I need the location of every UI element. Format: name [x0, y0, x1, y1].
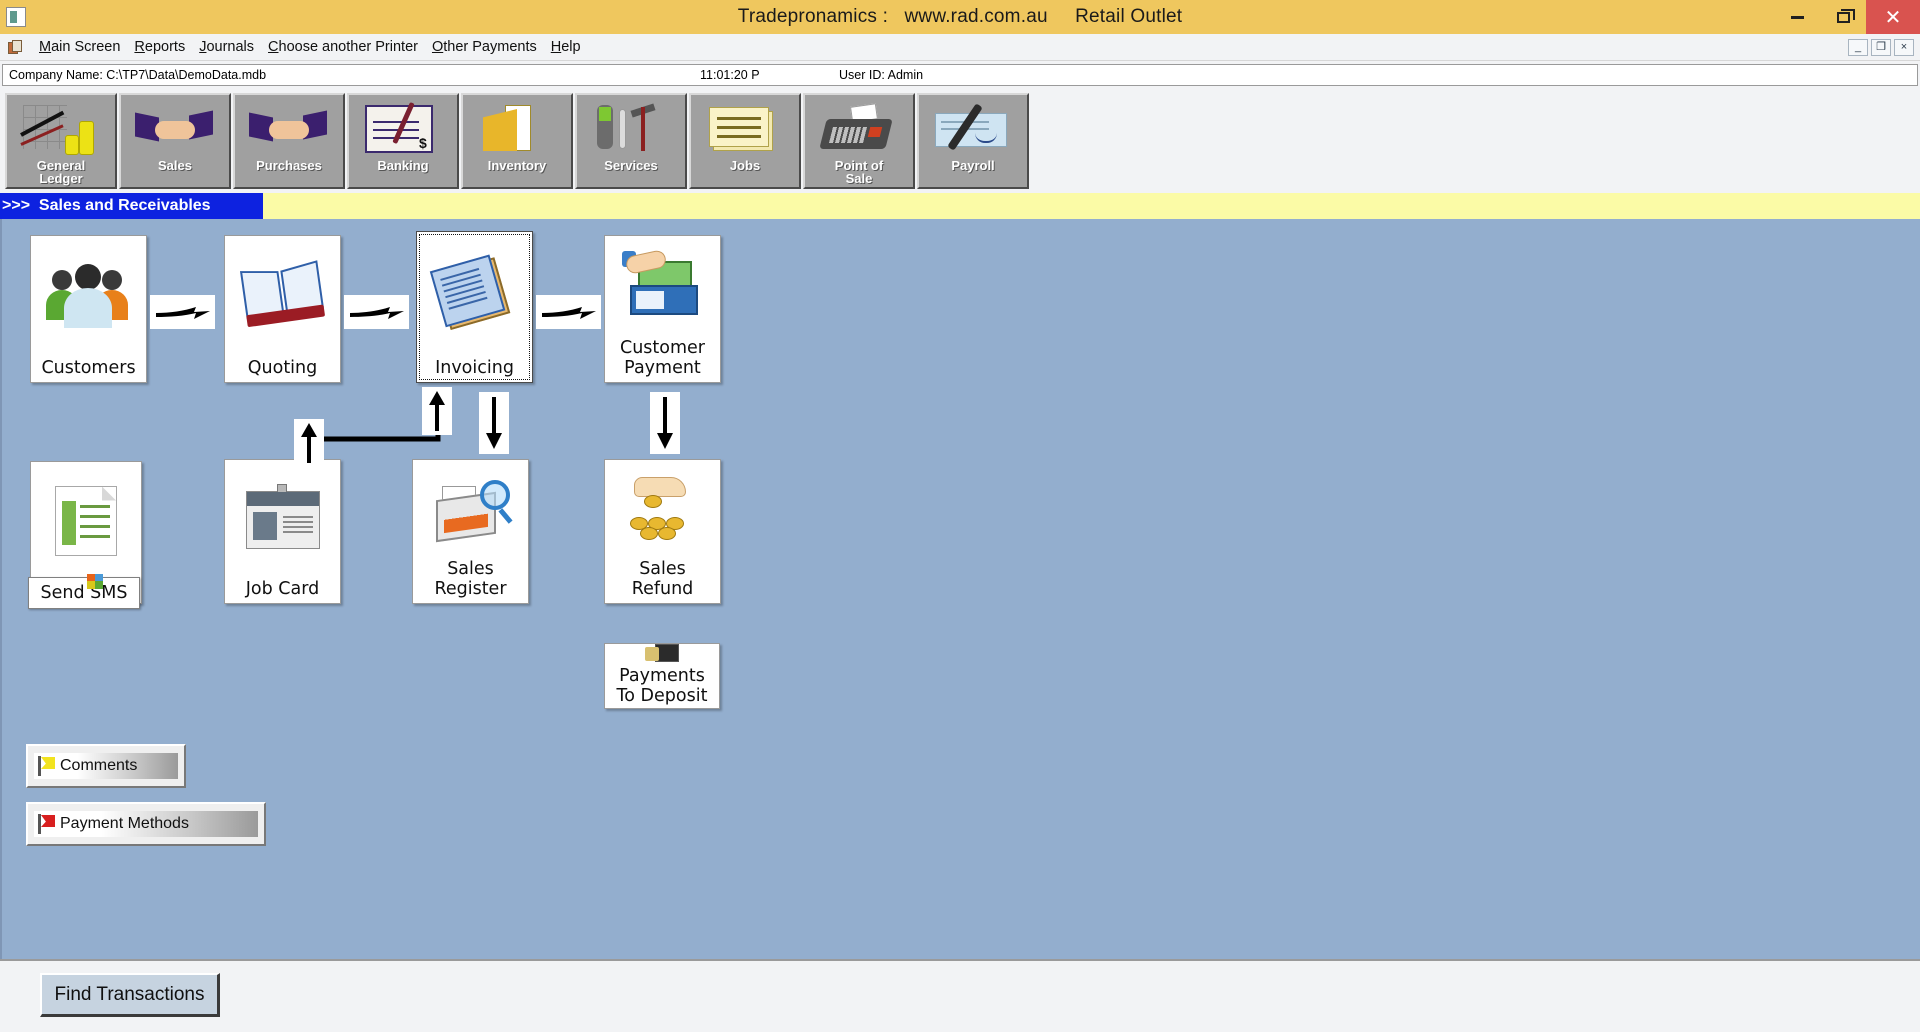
arrow-customers-quoting-icon	[150, 295, 215, 329]
toolbar-button-label: Inventory	[487, 158, 547, 173]
mdi-window-controls: _ ❐ ×	[1848, 38, 1920, 56]
toolbar-button-point-of-sale[interactable]: Point of Sale	[803, 93, 915, 189]
arrow-into-invoicing-icon	[422, 387, 452, 435]
tile-quoting[interactable]: Quoting	[224, 235, 341, 383]
tile-label: Quoting	[247, 358, 318, 378]
toolbar-button-banking[interactable]: $ Banking	[347, 93, 459, 189]
tile-customers[interactable]: Customers	[30, 235, 147, 383]
tile-label: Sales Register	[434, 559, 507, 599]
flow-canvas: Customers Quoting Invoicing Customer Paymen…	[0, 219, 1920, 959]
hand-money-icon	[243, 99, 335, 159]
menu-item-help[interactable]: Help	[544, 37, 588, 57]
tile-sales-register[interactable]: Sales Register	[412, 459, 529, 604]
toolbar-button-label: Point of Sale	[834, 158, 884, 186]
company-name-label: Company Name: C:\TP7\Data\DemoData.mdb	[9, 68, 267, 82]
tile-payments-to-deposit[interactable]: Payments To Deposit	[604, 643, 720, 709]
toolbar-button-label: Sales	[158, 158, 192, 173]
menu-item-main-screen-label: ain Screen	[51, 39, 121, 55]
payment-methods-button[interactable]: Payment Methods	[26, 802, 266, 846]
toolbar-button-label: Payroll	[951, 158, 995, 173]
payments-to-deposit-icon	[605, 644, 719, 666]
tile-label: Payments To Deposit	[616, 666, 708, 706]
toolbar-button-services[interactable]: Services	[575, 93, 687, 189]
tile-sales-refund[interactable]: Sales Refund	[604, 459, 721, 604]
comments-label: Comments	[60, 757, 138, 774]
tools-icon	[585, 99, 677, 159]
toolbar-button-label: Jobs	[729, 158, 761, 173]
toolbar-button-label: General Ledger	[36, 158, 86, 186]
arrow-invoicing-payment-icon	[536, 295, 601, 329]
toolbar-button-label: Purchases	[256, 158, 322, 173]
arrow-register-up-icon	[294, 419, 324, 467]
payment-methods-label: Payment Methods	[60, 815, 189, 832]
toolbar-button-label: Services	[604, 158, 658, 173]
arrow-payment-down-icon	[650, 392, 680, 454]
tile-label: Customer Payment	[619, 338, 705, 378]
tile-invoicing[interactable]: Invoicing	[416, 231, 533, 383]
red-flag-icon	[38, 814, 55, 834]
tile-label: Job Card	[245, 579, 320, 599]
menu-bar: Main Screen Reports Journals Choose anot…	[0, 34, 1920, 61]
arrow-invoicing-down-icon	[479, 392, 509, 454]
document-icon	[8, 39, 25, 55]
menu-item-main-screen[interactable]: Main Screen	[32, 37, 127, 57]
module-toolbar: General Ledger Sales Purchases $ Banking Inve…	[0, 89, 1920, 193]
cheque-signature-icon	[927, 99, 1019, 159]
sms-icon	[86, 574, 107, 590]
tile-customer-payment[interactable]: Customer Payment	[604, 235, 721, 383]
window-title: Tradepronamics : www.rad.com.au Retail O…	[737, 6, 1183, 27]
menu-item-journals[interactable]: Journals	[192, 37, 261, 57]
restore-icon	[1836, 8, 1855, 23]
quoting-icon	[225, 236, 340, 358]
handshake-icon	[129, 99, 221, 159]
toolbar-button-payroll[interactable]: Payroll	[917, 93, 1029, 189]
sales-register-icon	[413, 460, 528, 559]
bottom-bar: Find Transactions	[0, 959, 1920, 1032]
time-label: 11:01:20 P	[700, 68, 760, 82]
tile-job-card[interactable]: Job Card	[224, 459, 341, 604]
toolbar-button-inventory[interactable]: Inventory	[461, 93, 573, 189]
marketing-icon	[31, 462, 141, 579]
job-card-icon	[225, 460, 340, 579]
tile-label: Sales Refund	[631, 559, 694, 599]
toolbar-button-jobs[interactable]: Jobs	[689, 93, 801, 189]
customer-payment-icon	[605, 236, 720, 338]
menu-item-reports[interactable]: Reports	[127, 37, 192, 57]
menu-item-other-payments[interactable]: Other Payments	[425, 37, 544, 57]
send-sms-button[interactable]: Send SMS	[28, 574, 140, 609]
folder-document-icon	[471, 99, 563, 159]
menu-item-choose-printer[interactable]: Choose another Printer	[261, 37, 425, 57]
send-sms-label: Send SMS	[40, 583, 128, 603]
mdi-close-button[interactable]: ×	[1894, 38, 1914, 56]
tile-label: Invoicing	[435, 358, 514, 378]
find-transactions-button[interactable]: Find Transactions	[40, 973, 220, 1017]
section-banner-label: >>> Sales and Receivables	[0, 193, 263, 219]
title-bar: Tradepronamics : www.rad.com.au Retail O…	[0, 0, 1920, 34]
user-id-label: User ID: Admin	[839, 68, 924, 82]
card-terminal-icon	[813, 99, 905, 159]
customers-icon	[31, 236, 146, 358]
cheque-pen-icon: $	[357, 99, 449, 159]
yellow-flag-icon	[38, 756, 55, 776]
notepad-icon	[699, 99, 791, 159]
chart-bars-icon	[15, 99, 107, 159]
arrow-quoting-invoicing-icon	[344, 295, 409, 329]
comments-button[interactable]: Comments	[26, 744, 186, 788]
toolbar-button-sales[interactable]: Sales	[119, 93, 231, 189]
mdi-restore-button[interactable]: ❐	[1871, 38, 1891, 56]
toolbar-button-purchases[interactable]: Purchases	[233, 93, 345, 189]
invoicing-icon	[417, 232, 532, 358]
section-banner: >>> Sales and Receivables	[0, 193, 1920, 219]
mdi-minimize-button[interactable]: _	[1848, 38, 1868, 56]
tile-label: Customers	[41, 358, 136, 378]
info-bar: Company Name: C:\TP7\Data\DemoData.mdb 1…	[2, 64, 1918, 86]
sales-refund-icon	[605, 460, 720, 559]
toolbar-button-general-ledger[interactable]: General Ledger	[5, 93, 117, 189]
toolbar-button-label: Banking	[377, 158, 429, 173]
